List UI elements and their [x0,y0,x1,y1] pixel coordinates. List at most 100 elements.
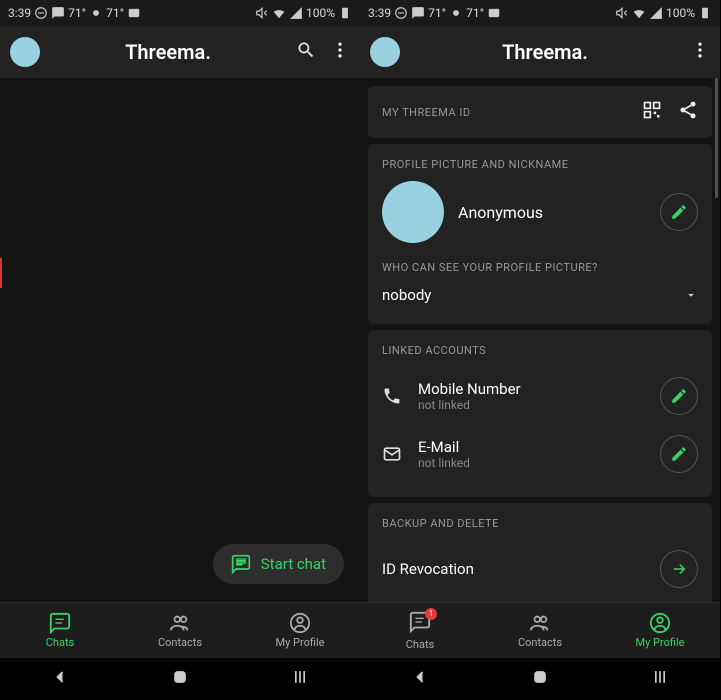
phone-left: 3:39 71° 71° 100% Threema. [0,0,360,700]
pencil-icon [670,445,688,463]
nickname: Anonymous [458,203,646,222]
image-status-icon [487,6,501,20]
statusbar: 3:39 71° 71° 100% [0,0,360,26]
app-title: Threema. [40,40,296,64]
scrollbar[interactable] [715,78,718,198]
backup-section: BACKUP AND DELETE ID Revocation Export I… [368,503,712,602]
linked-title: E-Mail [418,438,644,456]
contacts-icon [529,612,551,634]
chat-status-icon [411,6,425,20]
more-icon[interactable] [330,40,350,64]
chats-icon [49,612,71,634]
profile-picture-section: PROFILE PICTURE AND NICKNAME Anonymous W… [368,144,712,324]
nav-chats[interactable]: Chats [0,603,120,658]
row-title: ID Revocation [382,560,474,578]
silent-icon [255,6,269,20]
sysnav [0,658,360,700]
nav-label: Chats [46,636,74,649]
nav-profile[interactable]: My Profile [240,603,360,658]
contacts-icon [169,612,191,634]
id-revocation-row[interactable]: ID Revocation [382,540,698,598]
wifi-icon [272,6,286,20]
edit-mobile-button[interactable] [660,377,698,415]
nav-contacts[interactable]: Contacts [120,603,240,658]
nav-label: Contacts [158,636,202,649]
status-battery: 100% [306,6,335,20]
qr-icon[interactable] [642,100,662,124]
status-battery: 100% [666,6,695,20]
back-button[interactable] [410,667,430,691]
phone-icon [382,386,402,406]
linked-sub: not linked [418,398,644,412]
profile-content[interactable]: MY THREEMA ID PROFILE PICTURE AND NICKNA… [360,78,720,602]
section-title: LINKED ACCOUNTS [382,344,698,357]
linked-email-row: E-Mail not linked [382,425,698,483]
pencil-icon [670,203,688,221]
chats-content: Start chat [0,78,360,602]
nav-label: My Profile [276,636,325,649]
linked-mobile-row: Mobile Number not linked [382,367,698,425]
avatar[interactable] [10,37,40,67]
status-temp1: 71° [68,6,86,20]
nav-label: Contacts [518,636,562,649]
signal-icon [649,6,663,20]
appbar: Threema. [360,26,720,78]
dnd-icon [394,6,408,20]
phone-right: 3:39 71° 71° 100% Threema. MY [360,0,720,700]
section-title: MY THREEMA ID [382,106,471,119]
go-button[interactable] [660,550,698,588]
mail-icon [382,444,402,464]
chat-icon [231,554,251,574]
chat-status-icon [51,6,65,20]
status-time: 3:39 [368,6,391,20]
nav-label: My Profile [636,636,685,649]
start-chat-label: Start chat [261,555,326,573]
wifi-icon [632,6,646,20]
share-icon[interactable] [678,100,698,124]
weather-icon [89,6,103,20]
dropdown-value: nobody [382,286,431,304]
section-title: BACKUP AND DELETE [382,517,698,530]
more-icon[interactable] [690,40,710,64]
sysnav [360,658,720,700]
status-temp2: 71° [106,6,124,20]
section-title: PROFILE PICTURE AND NICKNAME [382,158,698,171]
bottomnav: 1 Chats Contacts My Profile [360,602,720,658]
back-button[interactable] [50,667,70,691]
home-button[interactable] [170,667,190,691]
recents-button[interactable] [650,667,670,691]
appbar: Threema. [0,26,360,78]
who-dropdown[interactable]: nobody [382,280,698,310]
weather-icon [449,6,463,20]
edit-email-button[interactable] [660,435,698,473]
arrow-right-icon [670,560,688,578]
battery-icon [338,6,352,20]
silent-icon [615,6,629,20]
export-id-row[interactable]: Export ID Export your Threema ID [382,598,698,602]
avatar[interactable] [370,37,400,67]
chats-badge: 1 [425,608,437,620]
start-chat-button[interactable]: Start chat [213,544,344,584]
who-label: WHO CAN SEE YOUR PROFILE PICTURE? [382,261,698,274]
id-section: MY THREEMA ID [368,86,712,138]
battery-icon [698,6,712,20]
search-icon[interactable] [296,40,316,64]
edge-indicator [0,258,2,288]
profile-avatar[interactable] [382,181,444,243]
home-button[interactable] [530,667,550,691]
chevron-down-icon [684,288,698,302]
signal-icon [289,6,303,20]
linked-accounts-section: LINKED ACCOUNTS Mobile Number not linked… [368,330,712,497]
profile-icon [649,612,671,634]
recents-button[interactable] [290,667,310,691]
edit-nickname-button[interactable] [660,193,698,231]
nav-chats[interactable]: 1 Chats [360,603,480,658]
bottomnav: Chats Contacts My Profile [0,602,360,658]
pencil-icon [670,387,688,405]
app-title: Threema. [400,40,690,64]
nav-contacts[interactable]: Contacts [480,603,600,658]
nav-profile[interactable]: My Profile [600,603,720,658]
status-temp2: 71° [466,6,484,20]
linked-title: Mobile Number [418,380,644,398]
statusbar: 3:39 71° 71° 100% [360,0,720,26]
